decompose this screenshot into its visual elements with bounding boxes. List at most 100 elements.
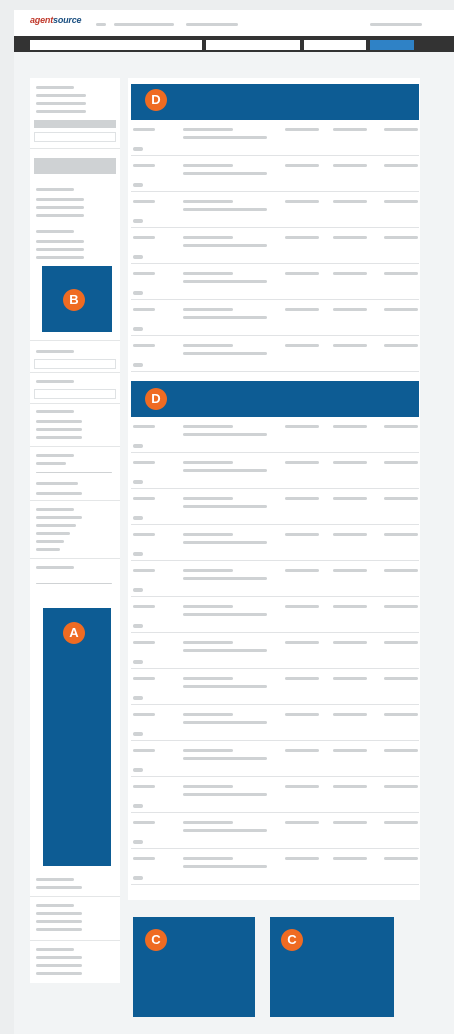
listing-row[interactable] [131,813,419,849]
listing-row[interactable] [131,300,419,336]
filter-option[interactable] [36,886,82,889]
listing-row[interactable] [131,453,419,489]
filter-input[interactable] [34,389,116,399]
divider [30,558,120,559]
listing-col-subtitle [183,865,267,868]
listing-col-tag [133,804,143,808]
filter-option[interactable] [36,428,82,431]
nav-link[interactable] [96,23,106,26]
results-header-2-badge: D [145,388,167,410]
range-slider[interactable] [36,472,112,473]
results-header-1[interactable] [131,84,419,120]
account-link[interactable] [370,23,422,26]
ad-slot-a[interactable] [43,608,111,866]
listing-col-location [333,713,367,716]
search-input-filter[interactable] [304,40,366,50]
filter-option[interactable] [36,256,84,259]
listing-col-location [333,425,367,428]
filter-option[interactable] [36,548,60,551]
listing-col-type [285,128,319,131]
brand-logo[interactable]: agentsource [30,15,82,25]
filter-option[interactable] [36,482,78,485]
search-input-keyword[interactable] [30,40,202,50]
nav-link[interactable] [114,23,174,26]
listing-col-title [183,461,233,464]
filter-option[interactable] [36,964,82,967]
search-input-location[interactable] [206,40,300,50]
listing-col-type [285,533,319,536]
listing-col-id [133,164,155,167]
listing-row[interactable] [131,192,419,228]
listing-col-type [285,200,319,203]
filter-input[interactable] [34,359,116,369]
listing-row[interactable] [131,633,419,669]
ad-slot-c-right-badge: C [281,929,303,951]
results-header-1-badge: D [145,89,167,111]
listing-col-date [384,713,418,716]
listing-col-id [133,272,155,275]
listing-col-tag [133,363,143,367]
listing-row[interactable] [131,120,419,156]
search-button[interactable] [370,40,414,50]
results-header-2[interactable] [131,381,419,417]
listing-col-tag [133,480,143,484]
listing-col-type [285,713,319,716]
listing-row[interactable] [131,264,419,300]
filter-option[interactable] [36,94,86,97]
filter-option[interactable] [36,110,86,113]
listing-row[interactable] [131,561,419,597]
filter-option[interactable] [36,492,82,495]
listing-row[interactable] [131,741,419,777]
listing-col-id [133,785,155,788]
filter-heading [36,878,74,881]
listing-col-id [133,497,155,500]
filter-option[interactable] [36,420,82,423]
listing-col-subtitle [183,208,267,211]
listing-col-location [333,785,367,788]
listing-col-type [285,749,319,752]
listing-row[interactable] [131,417,419,453]
listing-row[interactable] [131,669,419,705]
listing-col-id [133,569,155,572]
filter-option[interactable] [36,206,84,209]
listing-row[interactable] [131,705,419,741]
listing-col-title [183,200,233,203]
listing-col-id [133,641,155,644]
divider [30,446,120,447]
listing-col-type [285,641,319,644]
filter-option[interactable] [36,248,84,251]
filter-option[interactable] [36,462,66,465]
range-slider[interactable] [36,583,112,584]
listing-row[interactable] [131,489,419,525]
filter-dropdown[interactable] [34,158,116,174]
filter-heading [36,904,74,907]
filter-bar[interactable] [34,120,116,128]
filter-option[interactable] [36,956,82,959]
listing-row[interactable] [131,525,419,561]
filter-option[interactable] [36,928,82,931]
listing-row[interactable] [131,336,419,372]
listing-row[interactable] [131,777,419,813]
listing-row[interactable] [131,597,419,633]
filter-option[interactable] [36,198,84,201]
filter-input[interactable] [34,132,116,142]
listing-col-location [333,164,367,167]
filter-option[interactable] [36,540,64,543]
filter-option[interactable] [36,524,76,527]
listing-row[interactable] [131,156,419,192]
filter-option[interactable] [36,912,82,915]
ad-slot-a-badge: A [63,622,85,644]
listing-row[interactable] [131,849,419,885]
filter-option[interactable] [36,214,84,217]
filter-option[interactable] [36,436,82,439]
filter-option[interactable] [36,972,82,975]
filter-option[interactable] [36,102,86,105]
listing-row[interactable] [131,228,419,264]
listing-col-subtitle [183,433,267,436]
listing-col-id [133,344,155,347]
filter-option[interactable] [36,516,82,519]
filter-option[interactable] [36,920,82,923]
nav-link[interactable] [186,23,238,26]
filter-option[interactable] [36,532,70,535]
filter-option[interactable] [36,240,84,243]
